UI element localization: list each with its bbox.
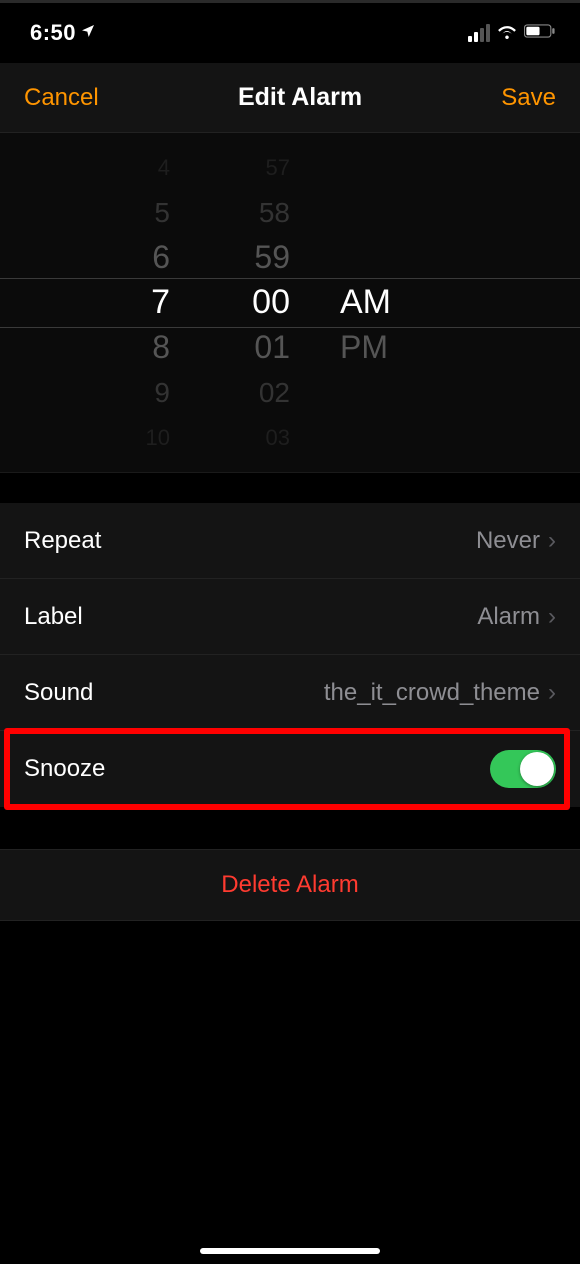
battery-icon — [524, 24, 556, 43]
hour-option[interactable]: 6 — [152, 235, 170, 280]
snooze-toggle[interactable] — [490, 750, 556, 788]
repeat-label: Repeat — [24, 527, 101, 555]
hour-option[interactable]: 7 — [151, 280, 170, 325]
repeat-value: Never — [476, 527, 540, 555]
nav-bar: Cancel Edit Alarm Save — [0, 63, 580, 133]
toggle-knob — [520, 752, 554, 786]
minute-option[interactable]: 03 — [266, 415, 290, 460]
status-left: 6:50 — [30, 20, 96, 46]
chevron-right-icon: › — [548, 529, 556, 553]
minute-option[interactable]: 00 — [252, 280, 290, 325]
hour-option[interactable]: 9 — [154, 370, 170, 415]
repeat-row[interactable]: Repeat Never › — [0, 503, 580, 579]
minute-option[interactable]: 57 — [266, 145, 290, 190]
sound-label: Sound — [24, 679, 93, 707]
hour-option[interactable]: 8 — [152, 325, 170, 370]
status-bar: 6:50 — [0, 3, 580, 63]
hour-wheel[interactable]: 4 5 6 7 8 9 10 — [70, 133, 190, 472]
time-picker[interactable]: 4 5 6 7 8 9 10 57 58 59 00 01 02 03 — [0, 133, 580, 473]
location-icon — [80, 23, 96, 44]
chevron-right-icon: › — [548, 681, 556, 705]
hour-option[interactable]: 10 — [146, 415, 170, 460]
status-time: 6:50 — [30, 20, 76, 46]
label-value: Alarm — [477, 603, 540, 631]
page-title: Edit Alarm — [238, 83, 362, 112]
ampm-wheel[interactable]: AM PM — [310, 133, 430, 472]
cellular-icon — [468, 24, 490, 42]
cancel-button[interactable]: Cancel — [24, 84, 99, 112]
label-row[interactable]: Label Alarm › — [0, 579, 580, 655]
sound-value: the_it_crowd_theme — [324, 679, 540, 707]
snooze-label: Snooze — [24, 755, 105, 783]
ampm-option[interactable]: AM — [340, 280, 391, 325]
minute-option[interactable]: 58 — [259, 190, 290, 235]
save-button[interactable]: Save — [501, 84, 556, 112]
snooze-row: Snooze — [0, 731, 580, 807]
minute-wheel[interactable]: 57 58 59 00 01 02 03 — [190, 133, 310, 472]
hour-option[interactable]: 4 — [158, 145, 170, 190]
delete-section: Delete Alarm — [0, 849, 580, 921]
delete-alarm-button[interactable]: Delete Alarm — [0, 849, 580, 921]
settings-list: Repeat Never › Label Alarm › Sound the_i… — [0, 503, 580, 807]
minute-option[interactable]: 02 — [259, 370, 290, 415]
chevron-right-icon: › — [548, 605, 556, 629]
hour-option[interactable]: 5 — [154, 190, 170, 235]
minute-option[interactable]: 59 — [254, 235, 290, 280]
status-right — [468, 23, 556, 44]
home-indicator[interactable] — [200, 1248, 380, 1254]
label-label: Label — [24, 603, 83, 631]
sound-row[interactable]: Sound the_it_crowd_theme › — [0, 655, 580, 731]
minute-option[interactable]: 01 — [254, 325, 290, 370]
ampm-option[interactable]: PM — [340, 325, 388, 370]
wifi-icon — [496, 23, 518, 44]
